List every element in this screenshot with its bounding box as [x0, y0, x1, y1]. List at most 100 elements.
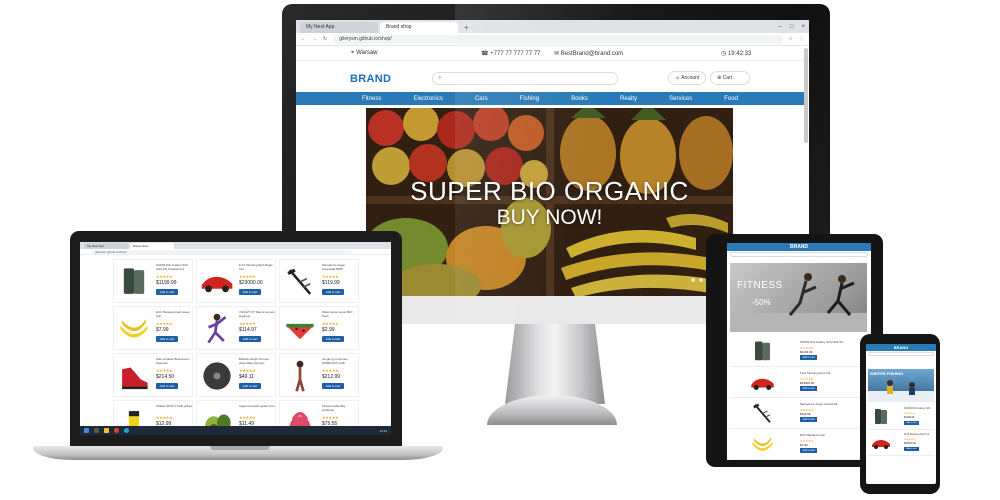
- product-name[interactable]: Bollock weight bumper plate 20kg Olympic: [239, 357, 275, 365]
- menu-dots-icon[interactable]: ⋮: [799, 36, 804, 42]
- email-link[interactable]: ✉ BestBrand@brand.com: [554, 50, 623, 57]
- edge-icon[interactable]: [124, 428, 129, 433]
- product-name[interactable]: Manual Ice Auger Gearshaft: [800, 402, 860, 406]
- add-to-cart-button[interactable]: Add to cart: [322, 289, 344, 295]
- product-card[interactable]: ECO Banana fresh sweet fruit ★★★★★ $7.99 Ad…: [113, 306, 193, 350]
- product-name[interactable]: ECO Banana fresh: [800, 433, 860, 437]
- product-name[interactable]: Vegan Avocado gluten free: [239, 404, 275, 412]
- rating-stars: ★★★★★: [156, 321, 173, 326]
- forward-icon[interactable]: →: [312, 36, 317, 42]
- fitness-banner[interactable]: FITNESS -50%: [730, 263, 867, 332]
- close-icon[interactable]: ×: [801, 21, 805, 33]
- product-card[interactable]: SAMSUNG Galaxy S20 Ultra 5G ★★★★★ $1199.99…: [730, 336, 868, 367]
- start-icon[interactable]: [84, 428, 89, 433]
- rating-stars: ★★★★★: [904, 438, 916, 441]
- nav-item-cars[interactable]: Cars: [475, 96, 488, 102]
- product-price: $1199.99: [904, 416, 915, 419]
- product-name[interactable]: SAMSUNG Galaxy S20 Ultra 5G: [800, 340, 860, 344]
- add-to-cart-button[interactable]: Add to cart: [800, 417, 817, 422]
- product-card[interactable]: Watermelon super BIO fresh ★★★★★ $2.99 Add …: [279, 306, 359, 350]
- banner-discount: -50%: [752, 298, 771, 307]
- add-to-cart-button[interactable]: Add to cart: [156, 383, 178, 389]
- product-name[interactable]: Jungle gym women WORKOUT outfit: [322, 357, 358, 365]
- add-to-cart-button[interactable]: Add to cart: [239, 383, 261, 389]
- hero-banner[interactable]: SUPER BIO ORGANIC BUY NOW!: [366, 108, 733, 296]
- phone-link[interactable]: ☎ +777 77 777 77 77: [481, 50, 540, 57]
- product-name[interactable]: ECO Banana fresh sweet fruit: [156, 310, 192, 318]
- brand-logo[interactable]: BRAND: [350, 73, 391, 85]
- product-card[interactable]: Nike sneaker Bluestream Staunton ★★★★★ $21…: [113, 353, 193, 397]
- nav-item-food[interactable]: Food: [724, 96, 738, 102]
- brand-logo[interactable]: BRAND: [894, 345, 908, 350]
- product-name[interactable]: Shaker IRON TYGE yellow: [156, 404, 192, 412]
- product-name[interactable]: Fitness kettle 8kg kettlebell: [322, 404, 358, 412]
- maximize-icon[interactable]: □: [790, 21, 794, 33]
- product-name[interactable]: SAMSUNG Galaxy S20 Ultra 5G Smartphone: [156, 263, 192, 271]
- product-card[interactable]: Ford Mustang Red Car ★★★★★ $23000.00 Add to…: [868, 430, 934, 456]
- product-name[interactable]: Manual Ice Auger Gearshaft 5005: [322, 263, 358, 271]
- search-input[interactable]: [730, 252, 868, 257]
- product-name[interactable]: Watermelon super BIO fresh: [322, 310, 358, 318]
- nav-item-electronics[interactable]: Electronics: [414, 96, 443, 102]
- nav-item-fishing[interactable]: Fishing: [520, 96, 539, 102]
- new-tab-button[interactable]: +: [460, 22, 473, 33]
- product-card[interactable]: VIOLET FIT Dance women leggings ★★★★★ $114…: [196, 306, 276, 350]
- product-card[interactable]: Manual Ice Auger Gearshaft ★★★★★ $119.99 Ad…: [730, 398, 868, 429]
- url-input[interactable]: gilerysm.github.io/shop/: [92, 250, 352, 254]
- product-card[interactable]: SAMSUNG Galaxy S20 ★★★★★ $1199.99 Add to ca…: [868, 404, 934, 430]
- explorer-icon[interactable]: [104, 428, 109, 433]
- browser-tab-active[interactable]: Brand shop: [130, 243, 174, 249]
- add-to-cart-button[interactable]: Add to cart: [800, 448, 817, 453]
- product-name[interactable]: Nike sneaker Bluestream Staunton: [156, 357, 192, 365]
- add-to-cart-button[interactable]: Add to cart: [239, 289, 261, 295]
- nav-item-realty[interactable]: Realty: [620, 96, 637, 102]
- add-to-cart-button[interactable]: Add to cart: [156, 289, 178, 295]
- add-to-cart-button[interactable]: Add to cart: [904, 421, 919, 425]
- add-to-cart-button[interactable]: Add to cart: [800, 355, 817, 360]
- back-icon[interactable]: ←: [301, 36, 306, 42]
- product-card[interactable]: Jungle gym women WORKOUT outfit ★★★★★ $212…: [279, 353, 359, 397]
- nav-item-books[interactable]: Books: [571, 96, 588, 102]
- minimize-icon[interactable]: –: [779, 21, 782, 33]
- product-price: $212.99: [322, 374, 341, 380]
- carousel-dot[interactable]: [691, 278, 695, 282]
- product-card[interactable]: Bollock weight bumper plate 20kg Olympic…: [196, 353, 276, 397]
- star-icon[interactable]: ☆: [789, 36, 793, 42]
- nav-item-services[interactable]: Services: [669, 96, 692, 102]
- search-icon: ⌕: [438, 75, 442, 81]
- search-input[interactable]: [868, 352, 934, 356]
- product-card[interactable]: Ford Mustang Red Car ★★★★★ $23000.00 Add to…: [730, 367, 868, 398]
- product-card[interactable]: SAMSUNG Galaxy S20 Ultra 5G Smartphone ★★…: [113, 259, 193, 303]
- url-input[interactable]: gilerysm.github.io/shop/: [333, 34, 783, 44]
- account-button[interactable]: ☺ Account: [668, 71, 707, 85]
- add-to-cart-button[interactable]: Add to cart: [156, 336, 178, 342]
- browser-tab[interactable]: My Next App: [300, 22, 378, 33]
- carousel-dot[interactable]: [699, 278, 703, 282]
- add-to-cart-button[interactable]: Add to cart: [322, 383, 344, 389]
- product-name[interactable]: Ford Mustang Red Car: [904, 433, 932, 436]
- product-card[interactable]: Manual Ice Auger Gearshaft 5005 ★★★★★ $119…: [279, 259, 359, 303]
- browser-tab-active[interactable]: Brand shop: [380, 22, 458, 33]
- product-name[interactable]: Ford Mustang Red Car: [800, 371, 860, 375]
- auger-icon: [750, 401, 775, 426]
- search-icon[interactable]: [94, 428, 99, 433]
- add-to-cart-button[interactable]: Add to cart: [800, 386, 817, 391]
- product-name[interactable]: VIOLET FIT Dance women leggings: [239, 310, 275, 318]
- product-card[interactable]: Ford Mustang Red Magic Car ★★★★★ $23000.00…: [196, 259, 276, 303]
- product-name[interactable]: SAMSUNG Galaxy S20: [904, 407, 932, 410]
- add-to-cart-button[interactable]: Add to cart: [322, 336, 344, 342]
- fishing-banner[interactable]: WINTER FISHING: [868, 369, 934, 402]
- add-to-cart-button[interactable]: Add to cart: [239, 336, 261, 342]
- nav-item-fitness[interactable]: Fitness: [362, 96, 381, 102]
- search-input[interactable]: ⌕: [432, 72, 618, 85]
- car-icon: [200, 265, 234, 299]
- product-name[interactable]: Ford Mustang Red Magic Car: [239, 263, 275, 271]
- chrome-icon[interactable]: [114, 428, 119, 433]
- brand-logo[interactable]: BRAND: [727, 244, 871, 250]
- page-scrollbar[interactable]: [804, 48, 808, 143]
- reload-icon[interactable]: ↻: [323, 36, 327, 42]
- browser-tab[interactable]: My Next App: [84, 243, 128, 249]
- add-to-cart-button[interactable]: Add to cart: [904, 447, 919, 451]
- cart-button[interactable]: ⊕ Cart: [710, 71, 750, 85]
- product-card[interactable]: ECO Banana fresh ★★★★★ $7.99 Add to cart: [730, 429, 868, 460]
